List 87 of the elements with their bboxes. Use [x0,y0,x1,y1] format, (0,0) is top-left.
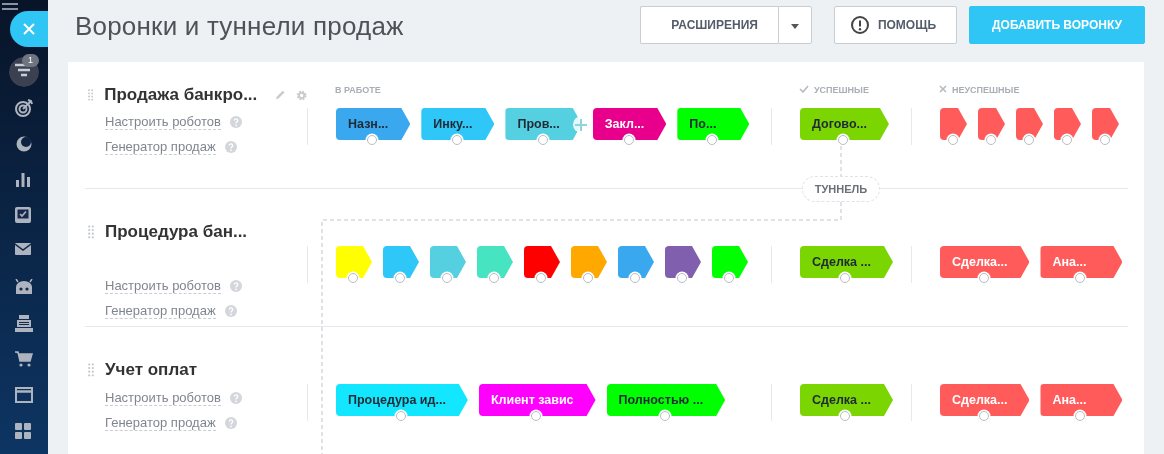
funnel-stage[interactable] [1092,108,1119,140]
funnel-title: Продажа банкро... [104,85,258,105]
connector-dot[interactable] [1075,411,1086,421]
funnel-stage[interactable]: Ана... [1040,384,1123,416]
count-badge: 1 [22,54,39,67]
connector-dot[interactable] [367,135,378,145]
connector-dot[interactable] [451,135,462,145]
funnel-stage[interactable] [618,246,654,278]
connector-dot[interactable] [537,135,548,145]
funnel-link[interactable]: Генератор продаж [105,302,216,319]
connector-dot[interactable] [442,273,452,283]
connector-dot[interactable] [531,411,542,421]
column-heading: УСПЕШНЫЕ [814,85,869,95]
connector-dot[interactable] [985,135,996,145]
funnel-link[interactable]: Настроить роботов [105,277,221,294]
funnel-link[interactable]: Генератор продаж [105,414,216,431]
connector-dot[interactable] [724,273,734,283]
help-icon[interactable] [224,416,237,429]
drag-handle-icon[interactable] [88,363,94,377]
connector-dot[interactable] [1023,135,1034,145]
caret-icon [790,24,799,29]
funnel-stage[interactable]: Догово... [800,108,889,140]
pencil-icon[interactable] [275,89,286,101]
help-icon[interactable] [229,279,242,292]
connector-dot[interactable] [583,273,593,283]
funnel-stage[interactable]: Полностью ... [606,384,726,416]
connector-dot[interactable] [659,411,670,421]
funnel-stage[interactable]: Сделка... [940,384,1030,416]
help-icon[interactable] [229,391,242,404]
funnel-stage[interactable]: Сделка ... [800,384,893,416]
funnel-title: Процедура бан... [105,222,248,242]
funnel-stage[interactable] [978,108,1005,140]
connector-dot[interactable] [707,135,718,145]
connector-dot[interactable] [1061,135,1072,145]
funnel-stage[interactable]: Инку... [421,108,495,140]
page-title: Воронки и туннели продаж [75,10,404,42]
close-button[interactable] [10,11,48,47]
settings-icon[interactable] [295,88,307,102]
column-heading: НЕУСПЕШНЫЕ [952,85,1020,95]
funnel-stage[interactable]: Клиент завис [478,384,596,416]
close-icon [22,22,36,36]
extensions-button[interactable]: РАСШИРЕНИЯ [640,6,778,44]
funnel-stage[interactable]: Сделка ... [800,246,893,278]
connector-dot[interactable] [947,135,958,145]
funnel-stage[interactable] [665,246,701,278]
funnel-title: Учет оплат [105,360,197,380]
funnel-stage[interactable] [1016,108,1043,140]
funnel-stage[interactable] [1054,108,1081,140]
column-heading: В РАБОТЕ [335,85,381,95]
help-icon[interactable] [224,304,237,317]
connector-dot[interactable] [978,411,989,421]
funnel-stage[interactable]: По... [677,108,750,140]
check-icon [799,85,809,93]
menu-icon[interactable] [2,3,18,10]
connector-dot[interactable] [840,273,851,283]
connector-dot[interactable] [630,273,640,283]
connector-dot[interactable] [395,411,406,421]
help-icon[interactable] [229,115,242,128]
alert-icon [850,16,869,34]
connector-dot[interactable] [623,135,634,145]
dropdown-button[interactable] [777,6,812,44]
funnel-link[interactable]: Настроить роботов [105,113,221,130]
connector-dot[interactable] [838,135,849,145]
funnel-stage[interactable]: Закл... [592,108,667,140]
connector-dot[interactable] [1099,135,1110,145]
connector-dot[interactable] [395,273,405,283]
funnel-link[interactable]: Генератор продаж [105,138,216,155]
tunnel-label[interactable]: ТУННЕЛЬ [802,176,880,202]
funnel-stage[interactable]: Назн... [336,108,411,140]
connector-dot[interactable] [978,273,989,283]
funnel-link[interactable]: Настроить роботов [105,389,221,406]
cross-icon [939,85,947,93]
drag-handle-icon[interactable] [88,88,94,102]
help-icon[interactable] [224,140,237,153]
connector-dot[interactable] [840,411,851,421]
connector-dot[interactable] [677,273,687,283]
connector-dot[interactable] [1075,273,1086,283]
funnel-stage[interactable] [940,108,967,140]
connector-dot[interactable] [536,273,546,283]
funnel-stage[interactable]: Сделка... [940,246,1030,278]
help-button[interactable]: ПОМОЩЬ [833,6,958,44]
connector-dot[interactable] [489,273,499,283]
connector-dot[interactable] [348,273,358,283]
funnel-stage[interactable]: Процедура ид... [336,384,468,416]
funnel-stage[interactable] [524,246,560,278]
funnel-stage[interactable]: Ана... [1040,246,1123,278]
drag-handle-icon[interactable] [88,225,94,239]
